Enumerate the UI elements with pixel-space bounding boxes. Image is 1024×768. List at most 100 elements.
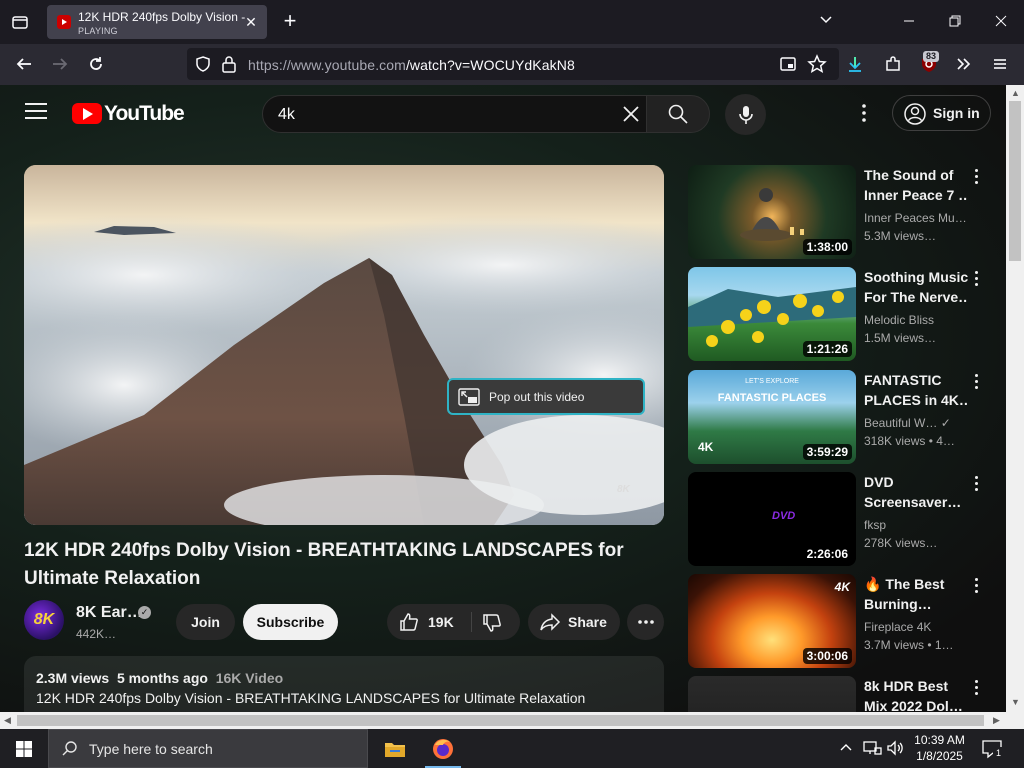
address-bar[interactable]: https://www.youtube.com/watch?v=WOCUYdKa…: [187, 48, 839, 80]
network-icon[interactable]: [862, 739, 882, 757]
channel-name[interactable]: Inner Peaces Mu…: [864, 211, 968, 225]
recommended-video[interactable]: 8k HDR Best Mix 2022 Dol…: [688, 676, 988, 712]
taskbar-clock[interactable]: 10:39 AM 1/8/2025: [912, 732, 967, 764]
scroll-right-arrow-icon[interactable]: ▶: [993, 715, 1000, 726]
tab-list-button[interactable]: [8, 10, 32, 34]
file-explorer-button[interactable]: [371, 729, 419, 768]
forward-button[interactable]: [48, 52, 72, 76]
start-button[interactable]: [0, 729, 48, 768]
sign-in-button[interactable]: Sign in: [892, 95, 991, 131]
youtube-favicon-icon: [57, 15, 71, 29]
picture-in-picture-icon[interactable]: [779, 55, 797, 73]
more-vertical-icon[interactable]: [968, 167, 984, 187]
video-title[interactable]: 🔥 The Best Burning…: [864, 574, 968, 614]
video-thumbnail[interactable]: 1:38:00: [688, 165, 856, 259]
recommended-video[interactable]: 1:21:26 Soothing Music For The Nerve… Mel…: [688, 267, 988, 361]
new-tab-button[interactable]: +: [278, 10, 302, 34]
volume-icon[interactable]: [886, 739, 906, 757]
tab-close-icon[interactable]: ✕: [243, 14, 259, 30]
lock-icon[interactable]: [221, 55, 237, 73]
bookmark-star-icon[interactable]: [807, 54, 827, 74]
video-title[interactable]: FANTASTIC PLACES in 4K…: [864, 370, 968, 410]
more-vertical-icon[interactable]: [968, 474, 984, 494]
download-arrow-icon: [849, 57, 861, 72]
video-title[interactable]: 8k HDR Best Mix 2022 Dol…: [864, 676, 968, 712]
channel-name[interactable]: fksp: [864, 518, 968, 532]
search-input[interactable]: 4k: [262, 95, 647, 133]
thumbs-down-icon[interactable]: [481, 612, 503, 634]
horizontal-scrollbar[interactable]: ◀ ▶: [0, 712, 1024, 729]
scroll-up-arrow-icon[interactable]: ▲: [1011, 88, 1020, 98]
video-title[interactable]: Soothing Music For The Nerve…: [864, 267, 968, 307]
video-player[interactable]: Pop out this video 8K: [24, 165, 664, 525]
like-count[interactable]: 19K: [428, 614, 454, 630]
list-all-tabs-chevron-icon[interactable]: [814, 10, 838, 34]
more-vertical-icon[interactable]: [968, 678, 984, 698]
verified-check-icon: ✓: [138, 606, 151, 619]
channel-name[interactable]: Melodic Bliss: [864, 313, 968, 327]
video-thumbnail[interactable]: [688, 676, 856, 712]
search-button[interactable]: [646, 95, 710, 133]
video-tag[interactable]: 16K Video: [216, 670, 283, 686]
vertical-scroll-thumb[interactable]: [1009, 101, 1021, 261]
video-meta: 1.5M views…: [864, 331, 937, 345]
video-title[interactable]: DVD Screensaver…: [864, 472, 968, 512]
thumbs-up-icon[interactable]: [398, 611, 420, 633]
more-tools-button[interactable]: [952, 52, 976, 76]
channel-name[interactable]: 8K Ear…: [76, 604, 143, 622]
youtube-wordmark[interactable]: YouTube: [104, 102, 185, 126]
extensions-button[interactable]: [881, 52, 905, 76]
pop-out-icon: [458, 388, 480, 406]
video-thumbnail[interactable]: 1:21:26: [688, 267, 856, 361]
video-thumbnail[interactable]: DVD 2:26:06: [688, 472, 856, 566]
more-actions-button[interactable]: [627, 604, 664, 640]
channel-avatar[interactable]: 8K: [24, 600, 64, 640]
join-button[interactable]: Join: [176, 604, 235, 640]
firefox-taskbar-button[interactable]: [419, 729, 467, 768]
browser-tab-active[interactable]: 12K HDR 240fps Dolby Vision - BREATHTAKI…: [47, 5, 267, 39]
search-icon: [62, 741, 77, 756]
downloads-button[interactable]: [843, 52, 867, 76]
more-vertical-icon[interactable]: [968, 372, 984, 392]
recommended-video[interactable]: DVD 2:26:06 DVD Screensaver… fksp 278K vi…: [688, 472, 988, 566]
reload-button[interactable]: [84, 52, 108, 76]
taskbar-search-box[interactable]: Type here to search: [48, 729, 368, 768]
pop-out-video-button[interactable]: Pop out this video: [447, 378, 645, 415]
description-box[interactable]: 2.3M views 5 months ago 16K Video 12K HD…: [24, 656, 664, 712]
clear-search-icon[interactable]: [619, 102, 643, 126]
tracking-protection-shield-icon[interactable]: [194, 55, 212, 73]
double-chevron-icon: [957, 58, 971, 70]
restore-window-icon[interactable]: [943, 10, 967, 34]
voice-search-button[interactable]: [725, 94, 766, 135]
close-window-icon[interactable]: [989, 10, 1013, 34]
back-button[interactable]: [12, 52, 36, 76]
vertical-scrollbar[interactable]: ▲ ▼: [1006, 85, 1024, 712]
subscribe-button[interactable]: Subscribe: [243, 604, 338, 640]
video-title[interactable]: The Sound of Inner Peace 7 …: [864, 165, 968, 205]
minimize-window-icon[interactable]: [897, 10, 921, 34]
action-center-button[interactable]: 1: [980, 737, 1004, 761]
scroll-left-arrow-icon[interactable]: ◀: [4, 715, 11, 726]
show-hidden-icons-chevron-icon[interactable]: [839, 740, 855, 756]
recommended-video[interactable]: 4K 3:00:06 🔥 The Best Burning… Fireplace …: [688, 574, 988, 668]
4k-badge: 4K: [698, 440, 714, 454]
4k-badge: 4K: [834, 580, 850, 594]
like-dislike-group: 19K: [387, 604, 520, 640]
app-menu-button[interactable]: [988, 52, 1012, 76]
channel-name[interactable]: Fireplace 4K: [864, 620, 968, 634]
channel-name[interactable]: Beautiful W… ✓: [864, 416, 968, 430]
recommended-video[interactable]: LET'S EXPLORE FANTASTIC PLACES 4K 3:59:2…: [688, 370, 988, 464]
more-vertical-icon[interactable]: [968, 269, 984, 289]
forward-arrow-icon: [53, 58, 68, 70]
settings-more-vertical-icon[interactable]: [852, 101, 876, 125]
share-arrow-icon: [540, 613, 561, 631]
share-button[interactable]: Share: [528, 604, 620, 640]
video-thumbnail[interactable]: LET'S EXPLORE FANTASTIC PLACES 4K 3:59:2…: [688, 370, 856, 464]
more-vertical-icon[interactable]: [968, 576, 984, 596]
scroll-down-arrow-icon[interactable]: ▼: [1011, 697, 1020, 707]
guide-menu-icon[interactable]: [25, 103, 47, 121]
youtube-logo-icon[interactable]: [72, 103, 102, 124]
recommended-video[interactable]: 1:38:00 The Sound of Inner Peace 7 … Inne…: [688, 165, 988, 259]
video-thumbnail[interactable]: 4K 3:00:06: [688, 574, 856, 668]
horizontal-scroll-thumb[interactable]: [17, 715, 984, 726]
